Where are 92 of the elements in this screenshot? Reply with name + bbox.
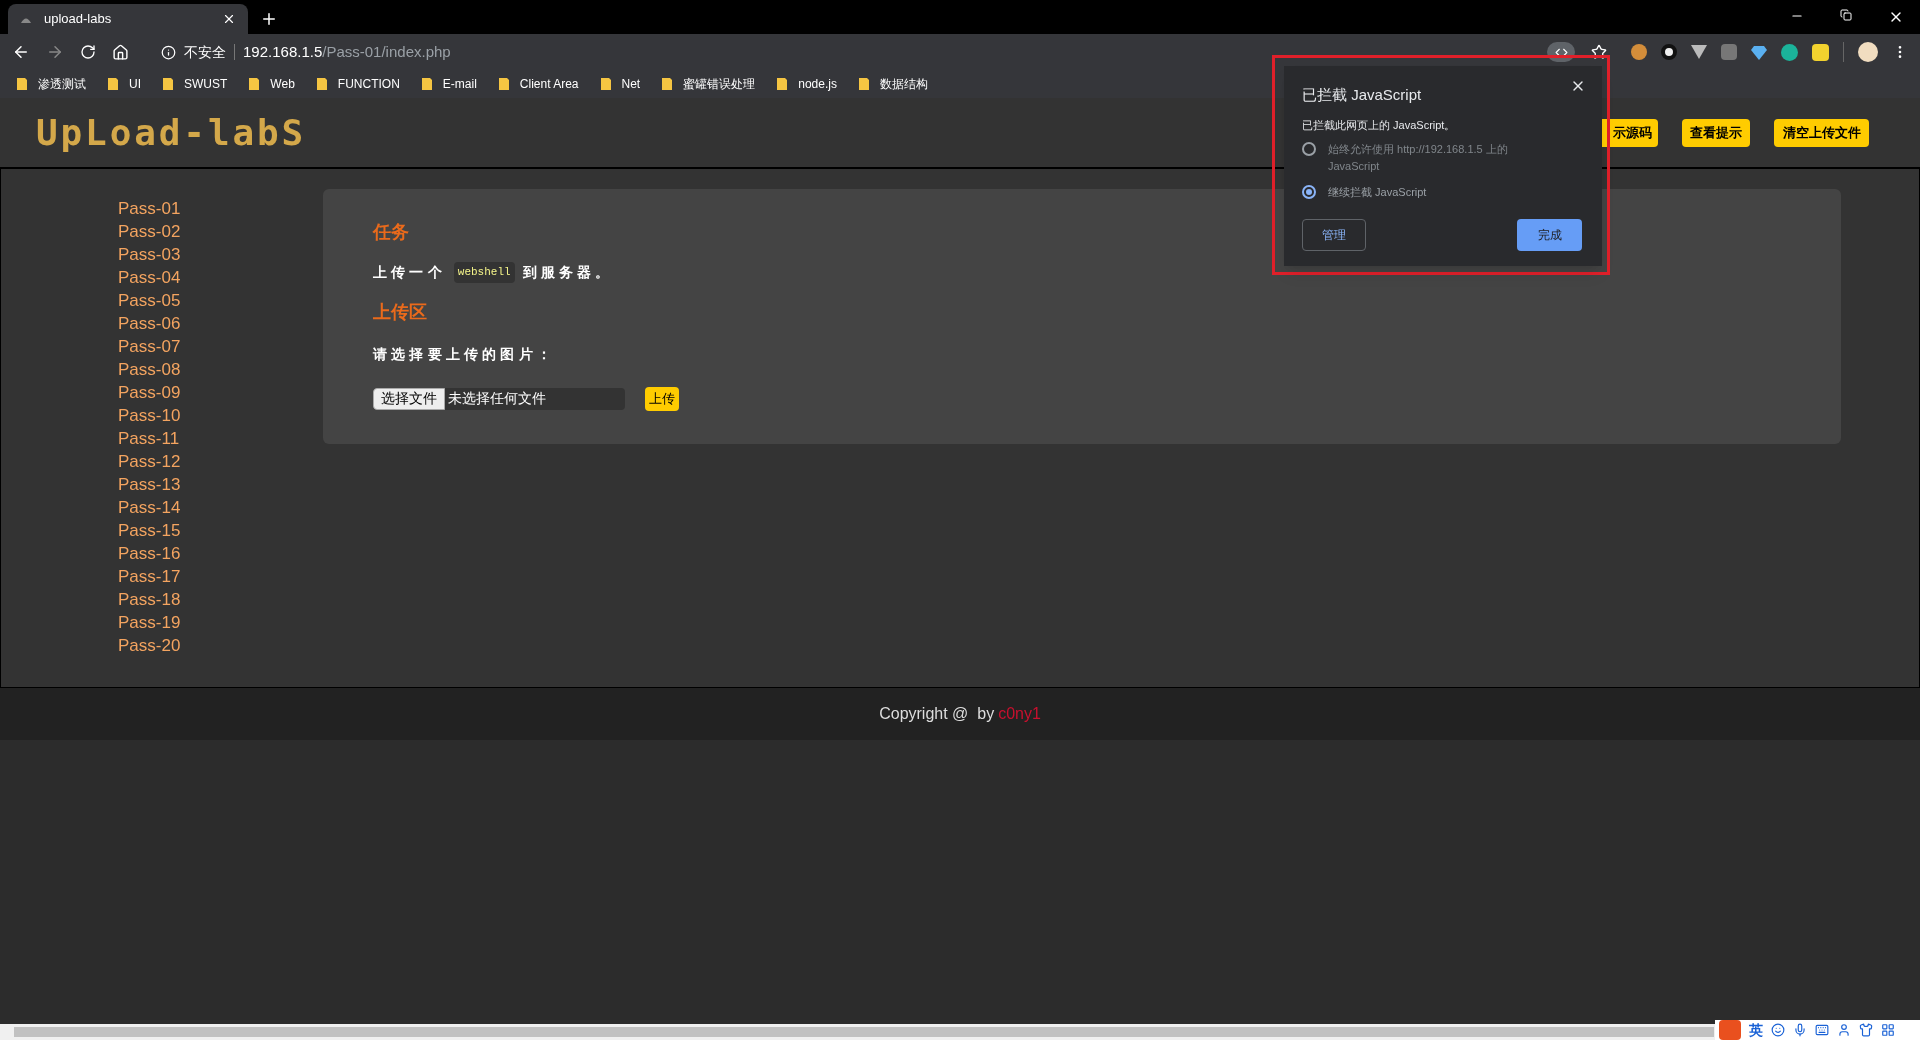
sidebar-link[interactable]: Pass-01	[118, 197, 323, 220]
user-icon[interactable]	[1837, 1023, 1851, 1037]
home-icon[interactable]	[112, 43, 129, 61]
sidebar-link[interactable]: Pass-20	[118, 634, 323, 657]
logo: UpLoad-labS	[36, 110, 307, 155]
sidebar-link[interactable]: Pass-14	[118, 496, 323, 519]
cookie-icon[interactable]	[1631, 44, 1647, 60]
folder-icon	[857, 77, 870, 91]
bookmark[interactable]: 渗透测试	[16, 75, 86, 93]
bookmark[interactable]: FUNCTION	[315, 75, 400, 93]
sidebar-link[interactable]: Pass-04	[118, 266, 323, 289]
option-label: 始终允许使用 http://192.168.1.5 上的 JavaScript	[1328, 142, 1509, 174]
reload-icon[interactable]	[80, 44, 96, 60]
sidebar-link[interactable]: Pass-02	[118, 220, 323, 243]
file-input[interactable]: 选择文件 未选择任何文件	[373, 387, 625, 410]
choose-file-button[interactable]: 选择文件	[373, 387, 445, 410]
skin-icon[interactable]	[1859, 1023, 1873, 1037]
security-label: 不安全	[184, 42, 226, 62]
info-icon[interactable]	[161, 44, 176, 60]
folder-icon	[599, 77, 612, 91]
bookmark[interactable]: E-mail	[420, 75, 477, 93]
grid-icon[interactable]	[1881, 1023, 1895, 1037]
folder-icon	[661, 77, 674, 91]
code-blocked-icon[interactable]	[1547, 42, 1575, 62]
option-label: 继续拦截 JavaScript	[1328, 185, 1428, 200]
sidebar-link[interactable]: Pass-05	[118, 289, 323, 312]
sidebar-link[interactable]: Pass-16	[118, 542, 323, 565]
restore-icon[interactable]	[1840, 9, 1852, 21]
section-heading: 上传区	[373, 301, 427, 324]
avatar-icon[interactable]	[1858, 42, 1878, 62]
sidebar-link[interactable]: Pass-06	[118, 312, 323, 335]
folder-icon	[16, 77, 28, 91]
forward-icon[interactable]	[46, 43, 64, 61]
url-text[interactable]: 192.168.1.5/Pass-01/index.php	[243, 40, 451, 64]
bookmark[interactable]: node.js	[776, 75, 837, 93]
sidebar-link[interactable]: Pass-11	[118, 427, 323, 450]
keyboard-icon[interactable]	[1815, 1023, 1829, 1037]
sidebar-link[interactable]: Pass-03	[118, 243, 323, 266]
folder-icon	[248, 77, 261, 91]
bookmark[interactable]: Client Area	[497, 75, 579, 93]
extension-icon[interactable]	[1781, 43, 1798, 61]
sidebar-link[interactable]: Pass-08	[118, 358, 323, 381]
language-mode[interactable]: 英	[1749, 1019, 1763, 1040]
sidebar-link[interactable]: Pass-07	[118, 335, 323, 358]
code-snippet: webshell	[453, 262, 515, 283]
browser-tab[interactable]: upload-labs	[8, 4, 248, 34]
bookmark[interactable]: Net	[599, 75, 641, 93]
sogou-logo-icon[interactable]	[1719, 1020, 1741, 1040]
sidebar-link[interactable]: Pass-10	[118, 404, 323, 427]
sidebar-link[interactable]: Pass-15	[118, 519, 323, 542]
folder-icon	[497, 77, 510, 91]
sidebar-link[interactable]: Pass-12	[118, 450, 323, 473]
radio-button[interactable]	[1302, 142, 1316, 156]
manage-button[interactable]: 管理	[1302, 218, 1366, 251]
upload-button[interactable]: 上传	[645, 387, 679, 411]
sidebar-link[interactable]: Pass-09	[118, 381, 323, 404]
diamond-icon[interactable]	[1751, 44, 1767, 60]
popup-title: 已拦截 JavaScript	[1302, 85, 1422, 105]
task-text: 上传一个	[373, 263, 446, 282]
sidebar-link[interactable]: Pass-13	[118, 473, 323, 496]
star-icon[interactable]	[1591, 44, 1607, 60]
folder-icon	[315, 77, 328, 91]
bookmark[interactable]: UI	[107, 75, 141, 93]
folder-icon	[162, 77, 174, 91]
radio-button[interactable]	[1302, 185, 1316, 199]
upload-prompt: 请选择要上传的图片：	[373, 345, 555, 364]
folder-icon	[107, 77, 119, 91]
triangle-icon[interactable]	[1691, 45, 1707, 59]
section-heading: 任务	[373, 221, 409, 244]
emoji-icon[interactable]	[1771, 1023, 1785, 1037]
extension-icon[interactable]	[1812, 43, 1829, 61]
bookmark[interactable]: Web	[248, 75, 295, 93]
folder-icon	[776, 77, 789, 91]
file-status: 未选择任何文件	[448, 389, 546, 409]
sidebar-link[interactable]: Pass-17	[118, 565, 323, 588]
header-button[interactable]: 查看提示	[1682, 118, 1750, 147]
new-tab-icon[interactable]	[260, 10, 278, 28]
folder-icon	[420, 77, 433, 91]
header-button[interactable]: 清空上传文件	[1774, 118, 1869, 147]
back-icon[interactable]	[12, 43, 30, 61]
bookmark[interactable]: 蜜罐错误处理	[661, 75, 756, 93]
bookmark[interactable]: SWUST	[162, 75, 228, 93]
ring-icon[interactable]	[1661, 44, 1677, 60]
popup-message: 已拦截此网页上的 JavaScript。	[1302, 117, 1456, 133]
close-icon[interactable]	[222, 12, 236, 26]
copyright-text: Copyright @ by	[879, 704, 995, 724]
sidebar-link[interactable]: Pass-19	[118, 611, 323, 634]
done-button[interactable]: 完成	[1517, 218, 1582, 251]
sidebar-link[interactable]: Pass-18	[118, 588, 323, 611]
bookmark[interactable]: 数据结构	[857, 75, 928, 93]
microphone-icon[interactable]	[1793, 1023, 1807, 1037]
task-text: 到服务器。	[522, 263, 614, 282]
